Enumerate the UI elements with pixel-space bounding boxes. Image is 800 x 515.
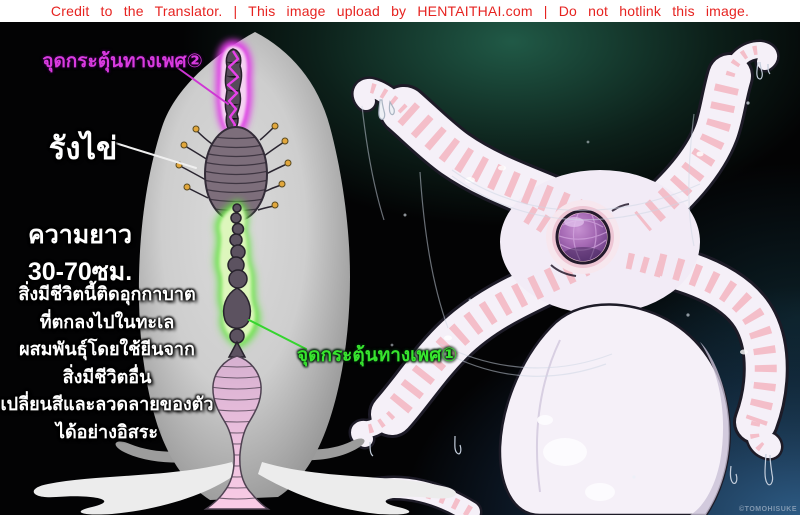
description-line: ได้อย่างอิสระ (0, 419, 214, 447)
screenshot-frame: Credit to the Translator. | This image u… (0, 0, 800, 515)
credit-text: Credit to the Translator. | This image u… (51, 3, 749, 19)
label-stimulation-point-2: จุดกระตุ้นทางเพศ② (30, 46, 215, 76)
description-line: สิ่งมีชีวิตอื่น (0, 364, 214, 392)
octopus-creature (358, 50, 773, 515)
label-length-title: ความยาว (2, 215, 158, 255)
artist-watermark: ©TOMOHISUKE (739, 506, 797, 513)
description-line: สิ่งมีชีวิตนี้ติดอุกกาบาต (0, 281, 214, 309)
description-line: ผสมพันธุ์โดยใช้ยีนจาก (0, 336, 214, 364)
description-line: ที่ตกลงไปในทะเล (0, 309, 214, 337)
credit-banner: Credit to the Translator. | This image u… (0, 0, 800, 22)
label-ovary: รังไข่ (28, 123, 138, 173)
octopus-mantle (500, 304, 730, 515)
illustration-canvas: จุดกระตุ้นทางเพศ② รังไข่ ความยาว 30-70ซม… (0, 22, 800, 515)
label-stimulation-point-1: จุดกระตุ้นทางเพศ① (297, 340, 457, 370)
stimulation-organ-2 (216, 40, 252, 140)
creature-description: สิ่งมีชีวิตนี้ติดอุกกาบาต ที่ตกลงไปในทะเ… (0, 281, 214, 446)
description-line: เปลี่ยนสีและลวดลายของตัว (0, 391, 214, 419)
